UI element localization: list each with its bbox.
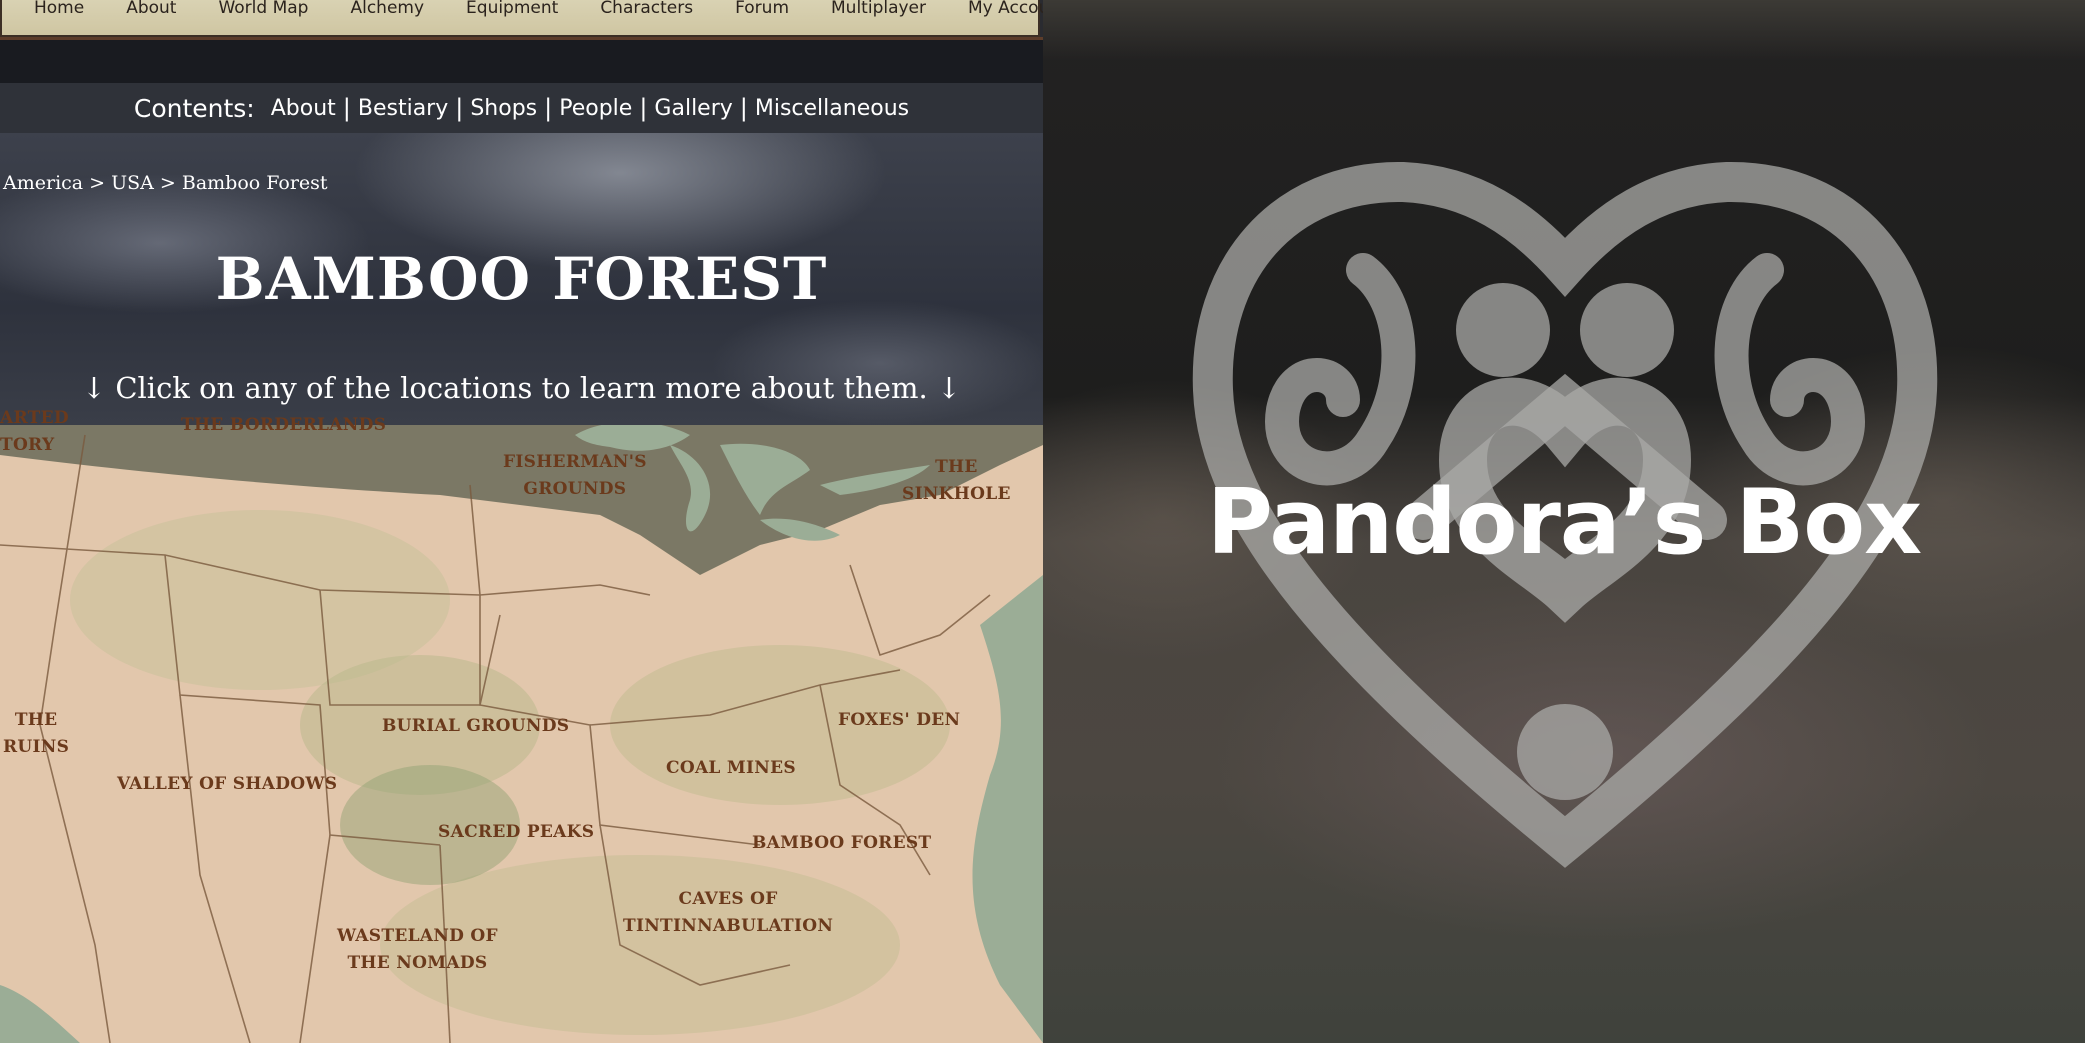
contents-separator: | (544, 94, 553, 122)
contents-gallery-link[interactable]: Gallery (654, 96, 732, 121)
region-label-line: FOXES' DEN (838, 710, 961, 730)
map-region-fishermans-grounds[interactable]: FISHERMAN'S GROUNDS (503, 449, 647, 503)
map-region-wasteland-of-the-nomads[interactable]: WASTELAND OF THE NOMADS (337, 923, 498, 977)
swirl-left (1265, 253, 1416, 486)
region-label-line: CAVES OF (678, 889, 778, 909)
map-instruction: ↓ Click on any of the locations to learn… (81, 371, 962, 405)
top-navigation: Home About World Map Alchemy Equipment C… (0, 0, 1043, 37)
contents-miscellaneous-link[interactable]: Miscellaneous (755, 96, 909, 121)
map-region-caves-of-tintinnabulation[interactable]: CAVES OF TINTINNABULATION (623, 886, 833, 940)
region-label-line: GROUNDS (523, 479, 627, 499)
region-label-line: TORY (0, 435, 55, 455)
world-map: ARTED TORY THE BORDERLANDS FISHERMAN'S G… (0, 408, 1043, 1043)
logo-dot (1456, 283, 1550, 377)
nav-home[interactable]: Home (34, 0, 84, 17)
region-label-line: FISHERMAN'S (503, 452, 647, 472)
region-label-line: VALLEY OF SHADOWS (117, 774, 338, 794)
nav-forum[interactable]: Forum (735, 0, 789, 17)
nav-characters[interactable]: Characters (600, 0, 693, 17)
region-label-line: THE NOMADS (347, 953, 488, 973)
map-region-coal-mines[interactable]: COAL MINES (666, 755, 796, 782)
lake (670, 445, 711, 532)
map-region-burial-grounds[interactable]: BURIAL GROUNDS (382, 713, 569, 740)
breadcrumb[interactable]: America > USA > Bamboo Forest (3, 172, 328, 194)
nav-world-map[interactable]: World Map (218, 0, 308, 17)
region-label-line: THE BORDERLANDS (181, 415, 387, 435)
contents-separator: | (455, 94, 464, 122)
region-label-line: RUINS (3, 737, 70, 757)
map-region-partial-territory[interactable]: ARTED TORY (0, 405, 69, 459)
contents-about-link[interactable]: About (271, 96, 336, 121)
map-region-foxes-den[interactable]: FOXES' DEN (838, 707, 960, 734)
swirl-right (1714, 253, 1865, 486)
brand-pane: Pandora’s Box (1043, 0, 2085, 1043)
contents-separator: | (342, 94, 351, 122)
lake (760, 518, 840, 541)
nav-my-account[interactable]: My Account (968, 0, 1043, 17)
map-region-sacred-peaks[interactable]: SACRED PEAKS (438, 819, 594, 846)
nav-spacer (0, 37, 1043, 83)
region-label-line: COAL MINES (666, 758, 796, 778)
region-label-line: WASTELAND OF (337, 926, 498, 946)
region-label-line: THE (14, 710, 58, 730)
nav-multiplayer[interactable]: Multiplayer (831, 0, 926, 17)
page-title: BAMBOO FOREST (215, 245, 828, 313)
contents-people-link[interactable]: People (559, 96, 632, 121)
contents-bestiary-link[interactable]: Bestiary (358, 96, 448, 121)
website-pane: Home About World Map Alchemy Equipment C… (0, 0, 1043, 1043)
contents-label: Contents: (133, 93, 255, 123)
contents-separator: | (739, 94, 748, 122)
nav-about[interactable]: About (126, 0, 176, 17)
nav-divider (0, 37, 1043, 40)
region-label-line: BAMBOO FOREST (752, 833, 932, 853)
map-region-sinkhole[interactable]: THE SINKHOLE (902, 454, 1011, 508)
map-region-borderlands[interactable]: THE BORDERLANDS (181, 412, 386, 439)
map-region-bamboo-forest[interactable]: BAMBOO FOREST (752, 830, 931, 857)
contents-separator: | (639, 94, 648, 122)
brand-title: Pandora’s Box (1206, 470, 1922, 575)
map-region-ruins[interactable]: THE RUINS (3, 707, 69, 761)
region-label-line: THE (935, 457, 978, 477)
lake (720, 443, 810, 515)
nav-equipment[interactable]: Equipment (466, 0, 558, 17)
logo-dot (1517, 704, 1613, 800)
contents-bar: Contents: About | Bestiary | Shops | Peo… (0, 83, 1043, 133)
region-label-line: BURIAL GROUNDS (382, 716, 570, 736)
region-label-line: SACRED PEAKS (438, 822, 595, 842)
contents-shops-link[interactable]: Shops (470, 96, 537, 121)
nav-alchemy[interactable]: Alchemy (350, 0, 424, 17)
region-label-line: TINTINNABULATION (623, 916, 834, 936)
logo-dot (1580, 283, 1674, 377)
map-region-valley-of-shadows[interactable]: VALLEY OF SHADOWS (117, 771, 337, 798)
region-label-line: ARTED (0, 408, 69, 428)
region-label-line: SINKHOLE (902, 484, 1011, 504)
